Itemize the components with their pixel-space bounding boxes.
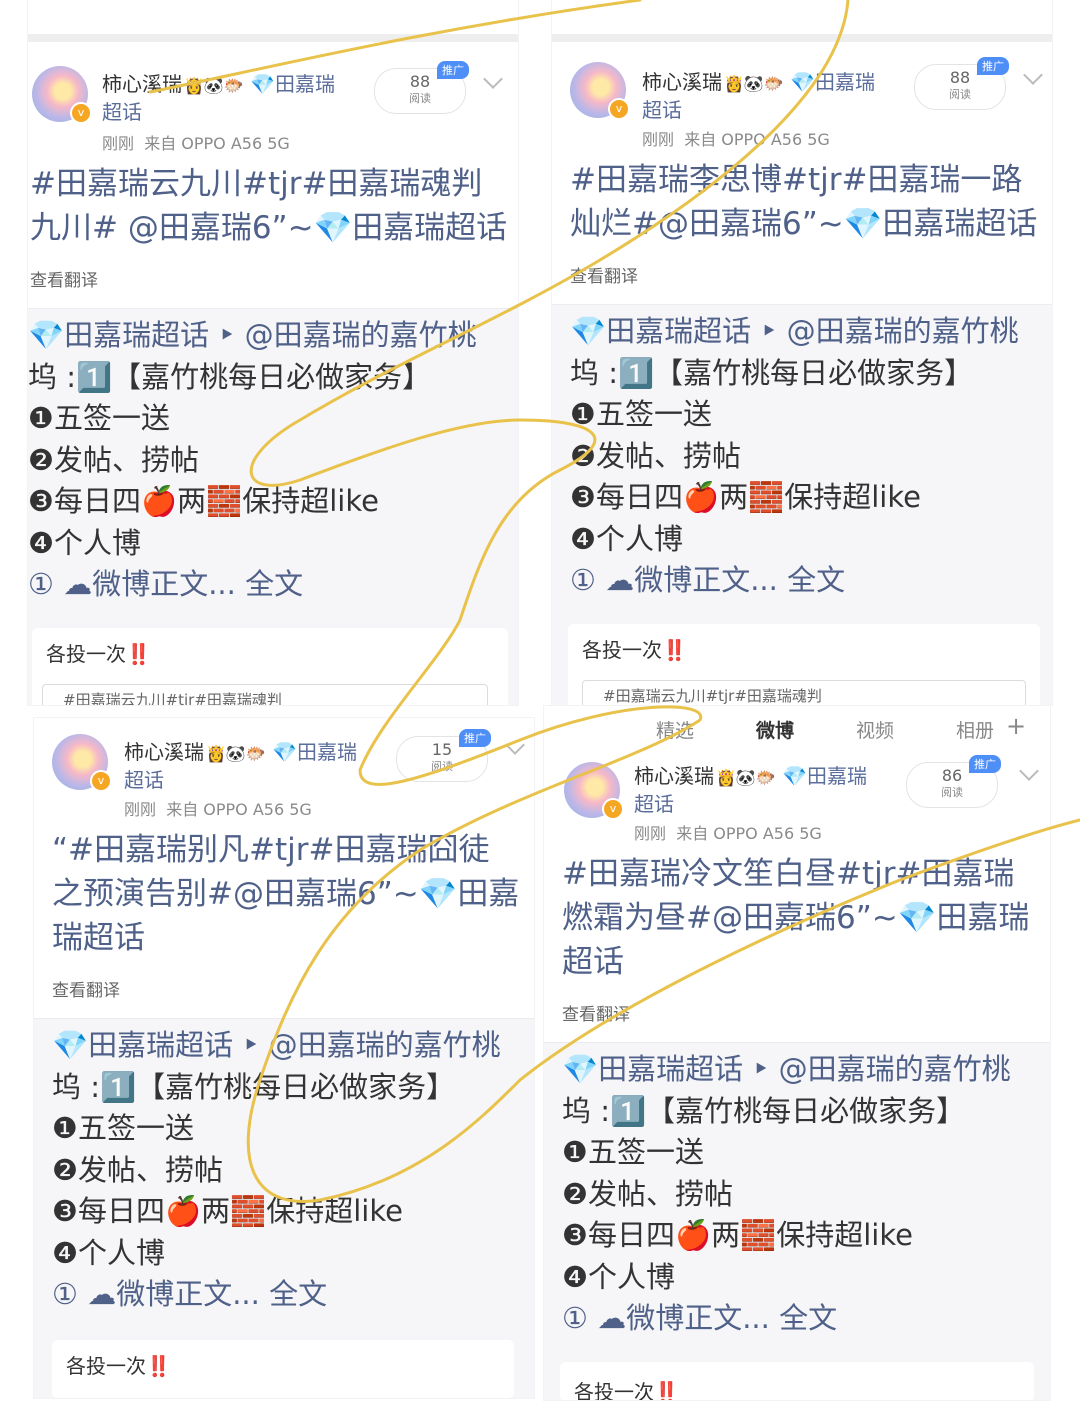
topic-sub-link[interactable]: 超话: [642, 94, 682, 123]
topic-sub-link[interactable]: 超话: [102, 96, 142, 125]
topic-link[interactable]: 💎田嘉瑞: [250, 72, 335, 96]
post-card-2: v 柿心溪瑞 👸🐼🐡 💎田嘉瑞 超话 刚刚 来自 OPPO A56 5G 88 阅…: [552, 0, 1052, 705]
translate-link[interactable]: 查看翻译: [30, 266, 98, 291]
read-count-pill[interactable]: 15 阅读 推广: [396, 729, 491, 782]
translate-link[interactable]: 查看翻译: [562, 1000, 630, 1025]
chevron-down-icon[interactable]: [483, 69, 503, 89]
tab-album[interactable]: 相册: [956, 716, 994, 743]
post-meta: 刚刚 来自 OPPO A56 5G: [642, 130, 830, 149]
avatar[interactable]: v: [564, 762, 624, 820]
post-card-3: v 柿心溪瑞 👸🐼🐡 💎田嘉瑞 超话 刚刚 来自 OPPO A56 5G 15 阅…: [34, 718, 534, 1398]
read-count-pill[interactable]: 88 阅读 推广: [914, 57, 1009, 110]
vote-card[interactable]: 各投一次‼️: [52, 1340, 514, 1398]
username[interactable]: 柿心溪瑞 👸🐼🐡 💎田嘉瑞: [124, 736, 357, 765]
read-label: 阅读: [409, 92, 431, 105]
ad-tag: 推广: [437, 61, 469, 79]
topic-sub-link[interactable]: 超话: [634, 788, 674, 817]
post-card-4: 精选 微博 视频 相册 + v 柿心溪瑞 👸🐼🐡 💎田嘉瑞 超话 刚刚 来自 OP…: [544, 706, 1050, 1400]
verified-badge-icon: v: [90, 770, 112, 792]
avatar[interactable]: v: [32, 66, 92, 124]
repost-line: 💎田嘉瑞超话 ‣ @田嘉瑞的嘉竹桃: [28, 318, 477, 352]
card-divider: [28, 34, 518, 42]
translate-link[interactable]: 查看翻译: [570, 262, 638, 287]
vote-option[interactable]: #田嘉瑞云九川#tjr#田嘉瑞魂判: [582, 680, 1026, 705]
post-title[interactable]: #田嘉瑞李思博#tjr#田嘉瑞一路 灿烂#@田嘉瑞6”~💎田嘉瑞超话: [570, 158, 1037, 246]
post-card-1: v 柿心溪瑞 👸🐼🐡 💎田嘉瑞 超话 刚刚 来自 OPPO A56 5G 88 阅…: [28, 0, 518, 705]
read-count-pill[interactable]: 86 阅读 推广: [906, 755, 1001, 808]
topic-link[interactable]: 💎田嘉瑞: [272, 740, 357, 764]
vote-mark: ‼️: [126, 642, 151, 666]
add-tab-button[interactable]: +: [1006, 712, 1026, 740]
verified-badge-icon: v: [608, 98, 630, 120]
ad-tag: 推广: [969, 755, 1001, 773]
repost-line: 坞 :1️⃣【嘉竹桃每日必做家务】: [28, 359, 432, 394]
avatar[interactable]: v: [570, 62, 630, 120]
verified-badge-icon: v: [602, 798, 624, 820]
chevron-down-icon[interactable]: [1019, 761, 1039, 781]
verified-badge-icon: v: [70, 102, 92, 124]
avatar[interactable]: v: [52, 734, 112, 792]
post-title[interactable]: #田嘉瑞冷文笙白昼#tjr#田嘉瑞 燃霜为昼#@田嘉瑞6”~💎田嘉瑞 超话: [562, 852, 1029, 984]
read-label: 阅读: [431, 760, 453, 773]
vote-card[interactable]: 各投一次‼️: [560, 1362, 1034, 1400]
username[interactable]: 柿心溪瑞 👸🐼🐡 💎田嘉瑞: [634, 760, 867, 789]
username[interactable]: 柿心溪瑞 👸🐼🐡 💎田嘉瑞: [642, 66, 875, 95]
topic-link[interactable]: 💎田嘉瑞: [790, 70, 875, 94]
tab-featured[interactable]: 精选: [656, 716, 694, 743]
post-meta: 刚刚 来自 OPPO A56 5G: [634, 824, 822, 843]
post-meta: 刚刚 来自 OPPO A56 5G: [102, 130, 290, 154]
tab-weibo[interactable]: 微博: [756, 716, 794, 743]
translate-link[interactable]: 查看翻译: [52, 976, 120, 1001]
ad-tag: 推广: [977, 57, 1009, 75]
post-meta: 刚刚 来自 OPPO A56 5G: [124, 800, 312, 819]
vote-option[interactable]: #田嘉瑞云九川#tjr#田嘉瑞魂判: [42, 684, 488, 705]
repost-line: ① ☁微博正文... 全文: [28, 567, 304, 601]
read-label: 阅读: [949, 88, 971, 101]
post-title[interactable]: “#田嘉瑞别凡#tjr#田嘉瑞囧徒 之预演告别#@田嘉瑞6”~💎田嘉 瑞超话: [52, 828, 519, 960]
chevron-down-icon[interactable]: [1023, 65, 1043, 85]
repost-line: ❷发帖、捞帖: [28, 442, 199, 477]
username[interactable]: 柿心溪瑞 👸🐼🐡 💎田嘉瑞: [102, 68, 335, 97]
repost-line: ❶五签一送: [28, 401, 170, 435]
repost-block[interactable]: 💎田嘉瑞超话 ‣ @田嘉瑞的嘉竹桃 坞 :1️⃣【嘉竹桃每日必做家务】 ❶五签一…: [544, 1042, 1050, 1400]
post-time: 刚刚: [102, 134, 135, 153]
topic-sub-link[interactable]: 超话: [124, 764, 164, 793]
vote-text: 各投一次: [46, 642, 126, 666]
post-source: 来自 OPPO A56 5G: [144, 134, 290, 153]
ad-tag: 推广: [459, 729, 491, 747]
topic-link[interactable]: 💎田嘉瑞: [782, 764, 867, 788]
read-label: 阅读: [941, 786, 963, 799]
post-title[interactable]: #田嘉瑞云九川#tjr#田嘉瑞魂判 九川# @田嘉瑞6”~💎田嘉瑞超话: [30, 162, 507, 250]
repost-line: ❹个人博: [28, 525, 141, 560]
repost-line: ❸每日四🍎两🧱保持超like: [28, 484, 379, 518]
tab-video[interactable]: 视频: [856, 716, 894, 743]
card-divider: [552, 34, 1052, 42]
read-count-pill[interactable]: 88 阅读 推广: [374, 61, 469, 114]
chevron-down-icon[interactable]: [505, 735, 525, 755]
